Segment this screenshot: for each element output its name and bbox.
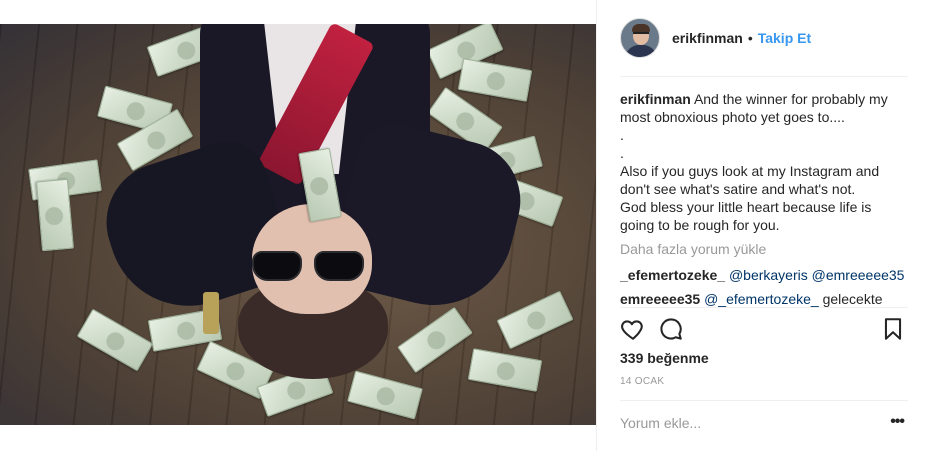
post-date[interactable]: 14 OCAK [620,376,664,387]
divider [620,307,908,308]
post-photo[interactable] [0,24,596,425]
separator-dot: • [747,30,753,46]
comment-username[interactable]: _efemertozeke_ [620,267,725,283]
post-side-panel: erikfinman • Takip Et erikfinman And the… [596,0,933,451]
comments-section: erikfinman And the winner for probably m… [620,90,912,307]
comment-mention[interactable]: @emreeeee35 [812,267,905,283]
caption-text: And the winner for probably my [693,91,888,107]
wristwatch [203,292,219,334]
comment-bubble-icon[interactable] [658,316,684,342]
instagram-post: erikfinman • Takip Et erikfinman And the… [0,0,933,451]
heart-icon[interactable] [620,316,646,342]
caption-line: erikfinman And the winner for probably m… [620,90,912,108]
comment-item: _efemertozeke_ @berkayeris @emreeeee35 [620,266,912,284]
caption-line: most obnoxious photo yet goes to.... [620,109,845,125]
divider [620,76,908,77]
banknote [36,178,74,252]
author-username[interactable]: erikfinman [672,30,743,46]
follow-button[interactable]: Takip Et [758,30,811,46]
caption-username[interactable]: erikfinman [620,91,691,107]
comment-mention[interactable]: @berkayeris [729,267,808,283]
post-header: erikfinman • Takip Et [597,0,933,76]
more-options-icon[interactable]: ••• [890,413,905,431]
avatar[interactable] [620,18,660,58]
load-more-comments[interactable]: Daha fazla yorum yükle [620,240,912,258]
comment-mention[interactable]: @_efemertozeke_ [704,291,819,307]
caption-line: going to be rough for you. [620,217,780,233]
sunglasses [252,251,364,281]
add-comment-row: ••• [620,401,910,445]
caption-line: . [620,127,624,143]
likes-count[interactable]: 339 beğenme [620,350,709,366]
bookmark-icon[interactable] [880,316,906,342]
caption-line: Also if you guys look at my Instagram an… [620,163,880,179]
action-bar [620,316,910,346]
comment-item: emreeeee35 @_efemertozeke_ gelecekte [620,290,912,307]
comment-input[interactable] [620,415,870,431]
caption-line: don't see what's satire and what's not. [620,181,856,197]
comment-username[interactable]: emreeeee35 [620,291,700,307]
caption-line: . [620,145,624,161]
comment-text: gelecekte [822,291,883,307]
caption-line: God bless your little heart because life… [620,199,872,215]
